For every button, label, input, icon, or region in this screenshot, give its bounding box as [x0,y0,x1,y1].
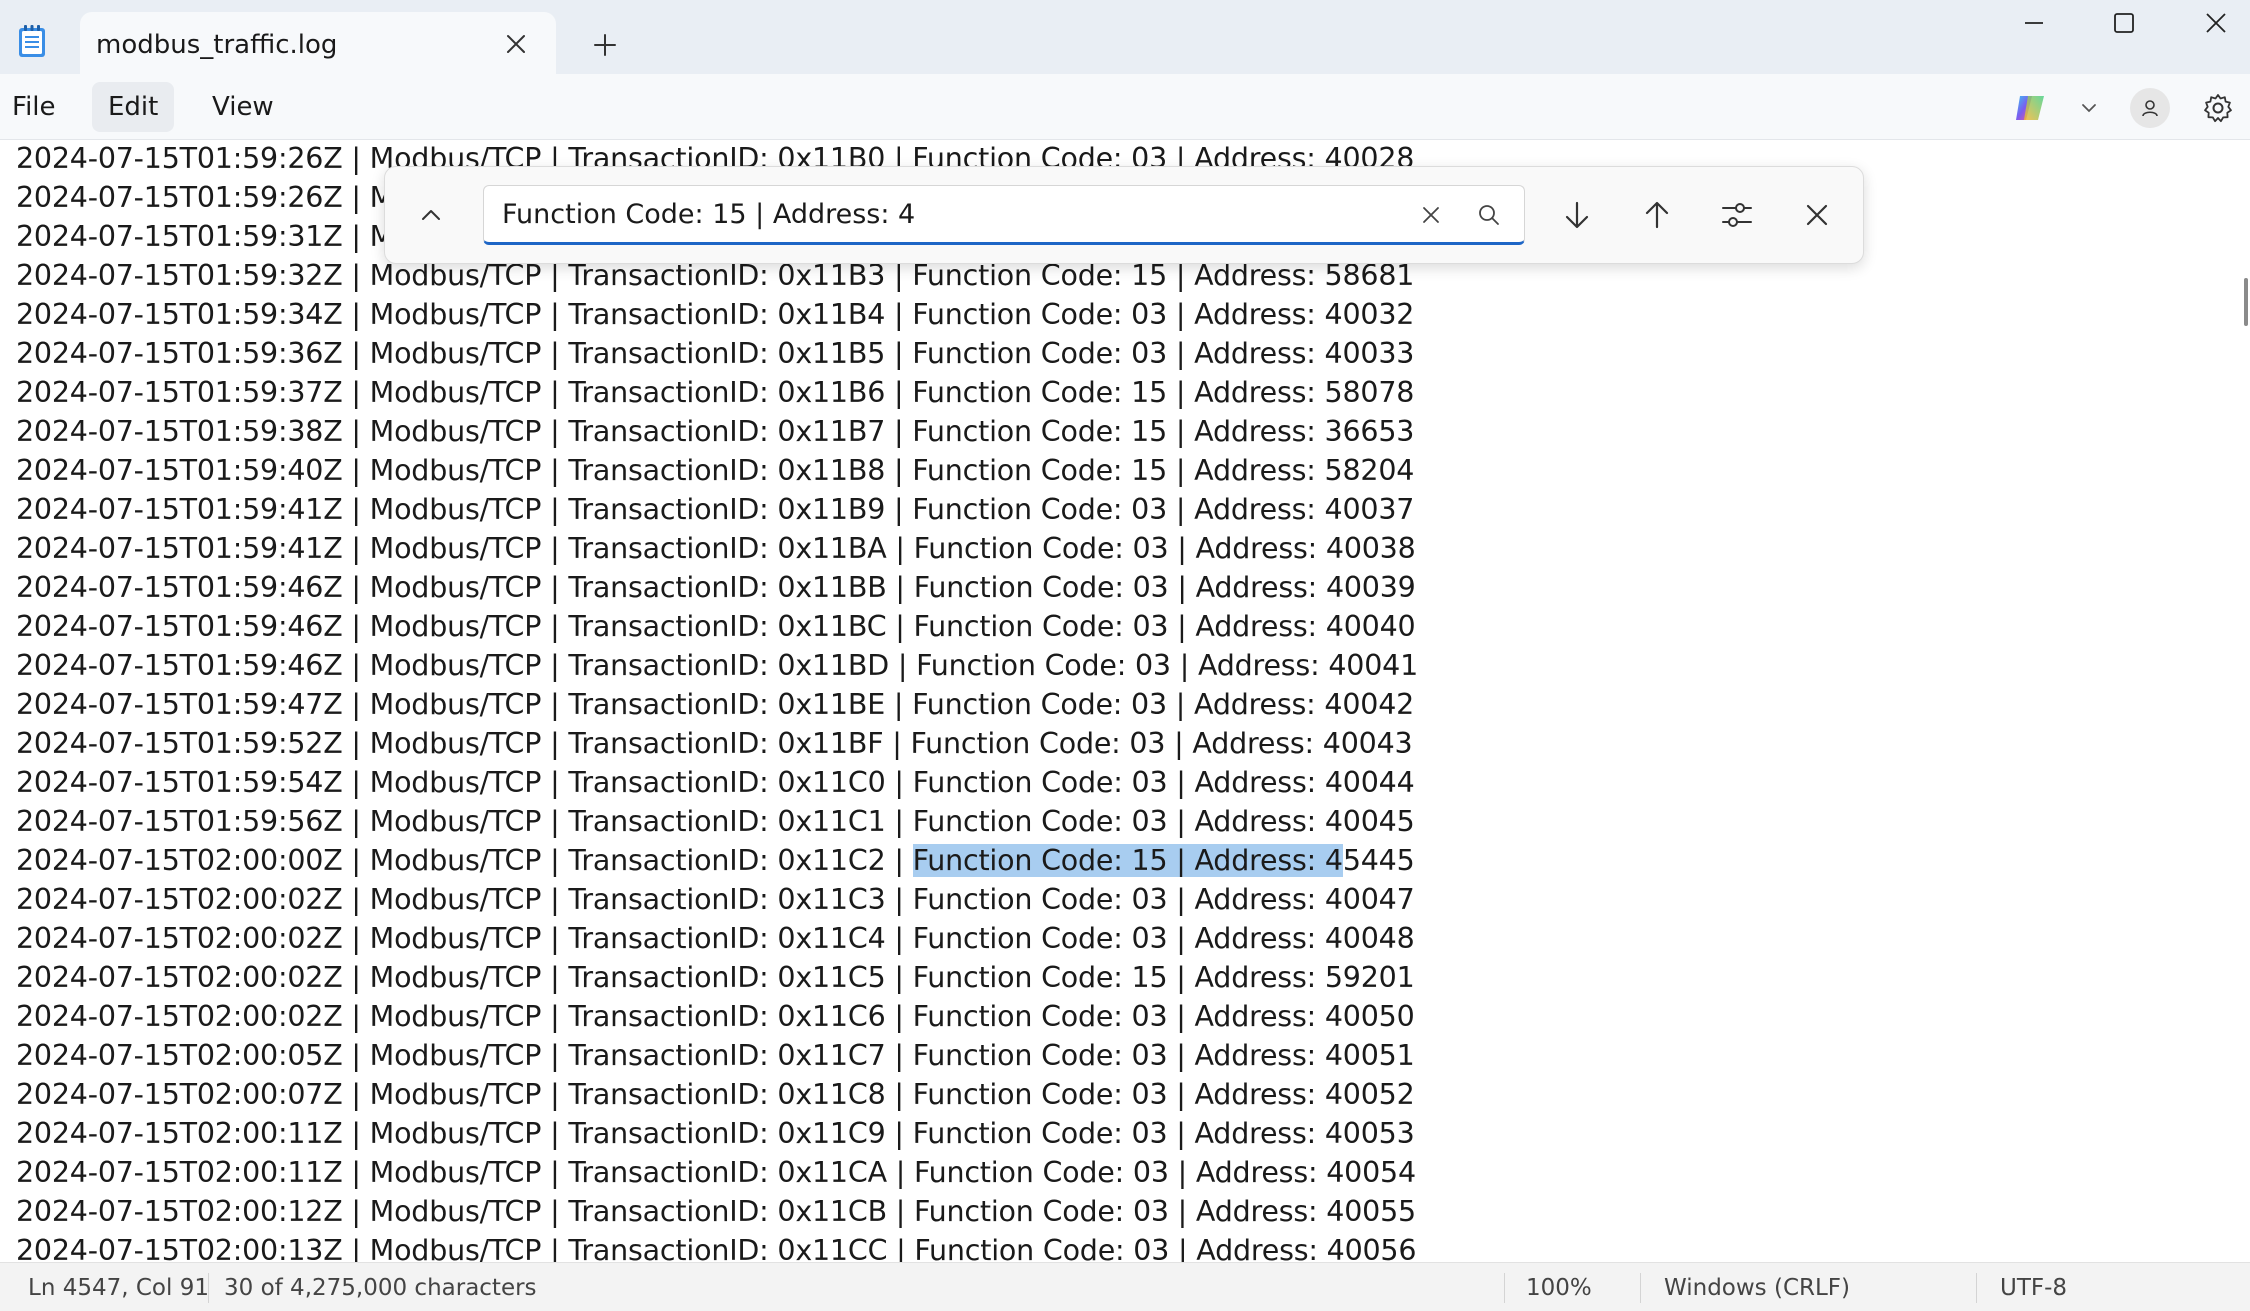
text-line: 2024-07-15T01:59:54Z | Modbus/TCP | Tran… [16,766,1415,799]
status-divider [1976,1273,1977,1303]
text-line: 2024-07-15T01:59:46Z | Modbus/TCP | Tran… [16,610,1416,643]
text-line: 2024-07-15T02:00:02Z | Modbus/TCP | Tran… [16,922,1415,955]
close-window-icon[interactable] [2170,0,2250,46]
text-line: 2024-07-15T02:00:13Z | Modbus/TCP | Tran… [16,1234,1417,1262]
text-line: 2024-07-15T01:59:46Z | Modbus/TCP | Tran… [16,571,1416,604]
vertical-scrollbar[interactable] [2244,278,2248,326]
close-find-icon[interactable] [1789,187,1845,243]
notepad-app-icon [16,24,48,58]
text-line: 2024-07-15T02:00:11Z | Modbus/TCP | Tran… [16,1156,1416,1189]
title-bar: modbus_traffic.log [0,0,2250,74]
minimize-icon[interactable] [1988,0,2080,46]
text-line: 2024-07-15T01:59:40Z | Modbus/TCP | Tran… [16,454,1415,487]
text-line: 2024-07-15T01:59:38Z | Modbus/TCP | Tran… [16,415,1415,448]
text-line: 2024-07-15T02:00:02Z | Modbus/TCP | Tran… [16,1000,1415,1033]
copilot-button[interactable] [2012,86,2098,130]
text-line: 2024-07-15T01:59:41Z | Modbus/TCP | Tran… [16,532,1416,565]
copilot-icon [2012,90,2048,126]
status-bar: Ln 4547, Col 91 30 of 4,275,000 characte… [0,1262,2250,1311]
text-line: 2024-07-15T01:59:56Z | Modbus/TCP | Tran… [16,805,1415,838]
text-line: 2024-07-15T01:59:52Z | Modbus/TCP | Tran… [16,727,1413,760]
tab-title: modbus_traffic.log [96,30,338,60]
search-match-highlight: Function Code: 15 | Address: 4 [912,844,1343,877]
text-line: 2024-07-15T01:59:46Z | Modbus/TCP | Tran… [16,649,1418,682]
line-text-after-match: 5445 [1342,844,1415,877]
text-line: 2024-07-15T01:59:37Z | Modbus/TCP | Tran… [16,376,1415,409]
status-divider [1504,1273,1505,1303]
status-divider [208,1273,209,1303]
editor-lines: 2024-07-15T01:59:26Z | Modbus/TCP | Tran… [16,140,1418,1262]
text-line: 2024-07-15T01:59:41Z | Modbus/TCP | Tran… [16,493,1415,526]
text-line: 2024-07-15T01:59:34Z | Modbus/TCP | Tran… [16,298,1415,331]
text-editor[interactable]: 2024-07-15T01:59:26Z | Modbus/TCP | Tran… [0,140,2250,1262]
text-line: 2024-07-15T02:00:05Z | Modbus/TCP | Tran… [16,1039,1415,1072]
search-icon[interactable] [1470,196,1508,234]
menu-edit[interactable]: Edit [92,82,175,132]
selection-count: 30 of 4,275,000 characters [224,1274,537,1301]
options-sliders-icon[interactable] [1709,187,1765,243]
line-text-before-match: 2024-07-15T02:00:00Z | Modbus/TCP | Tran… [16,844,913,877]
line-ending[interactable]: Windows (CRLF) [1664,1263,1850,1311]
clear-icon[interactable] [1412,196,1450,234]
close-tab-icon[interactable] [498,26,534,62]
find-bar [384,166,1864,264]
collapse-chevron-icon[interactable] [403,187,459,243]
maximize-icon[interactable] [2078,0,2170,46]
text-line: 2024-07-15T02:00:02Z | Modbus/TCP | Tran… [16,961,1415,994]
find-input[interactable] [484,186,1384,243]
text-line: 2024-07-15T02:00:07Z | Modbus/TCP | Tran… [16,1078,1415,1111]
text-line: 2024-07-15T01:59:36Z | Modbus/TCP | Tran… [16,337,1415,370]
document-tab[interactable]: modbus_traffic.log [80,12,556,74]
gear-icon[interactable] [2198,88,2238,128]
arrow-down-icon[interactable] [1549,187,1605,243]
text-line: 2024-07-15T02:00:12Z | Modbus/TCP | Tran… [16,1195,1416,1228]
zoom-level[interactable]: 100% [1526,1263,1592,1311]
encoding[interactable]: UTF-8 [2000,1263,2067,1311]
menu-view[interactable]: View [196,82,290,132]
status-divider [1640,1273,1641,1303]
text-line: 2024-07-15T02:00:00Z | Modbus/TCP | Tran… [16,841,1418,880]
arrow-up-icon[interactable] [1629,187,1685,243]
new-tab-icon[interactable] [584,24,626,66]
menu-bar: File Edit View [0,74,2250,140]
menu-file[interactable]: File [0,82,72,132]
text-line: 2024-07-15T02:00:02Z | Modbus/TCP | Tran… [16,883,1415,916]
chevron-down-icon [2080,99,2098,117]
account-icon[interactable] [2130,88,2170,128]
find-input-container [483,185,1525,245]
text-line: 2024-07-15T02:00:11Z | Modbus/TCP | Tran… [16,1117,1415,1150]
cursor-position: Ln 4547, Col 91 [28,1274,209,1301]
text-line: 2024-07-15T01:59:47Z | Modbus/TCP | Tran… [16,688,1415,721]
